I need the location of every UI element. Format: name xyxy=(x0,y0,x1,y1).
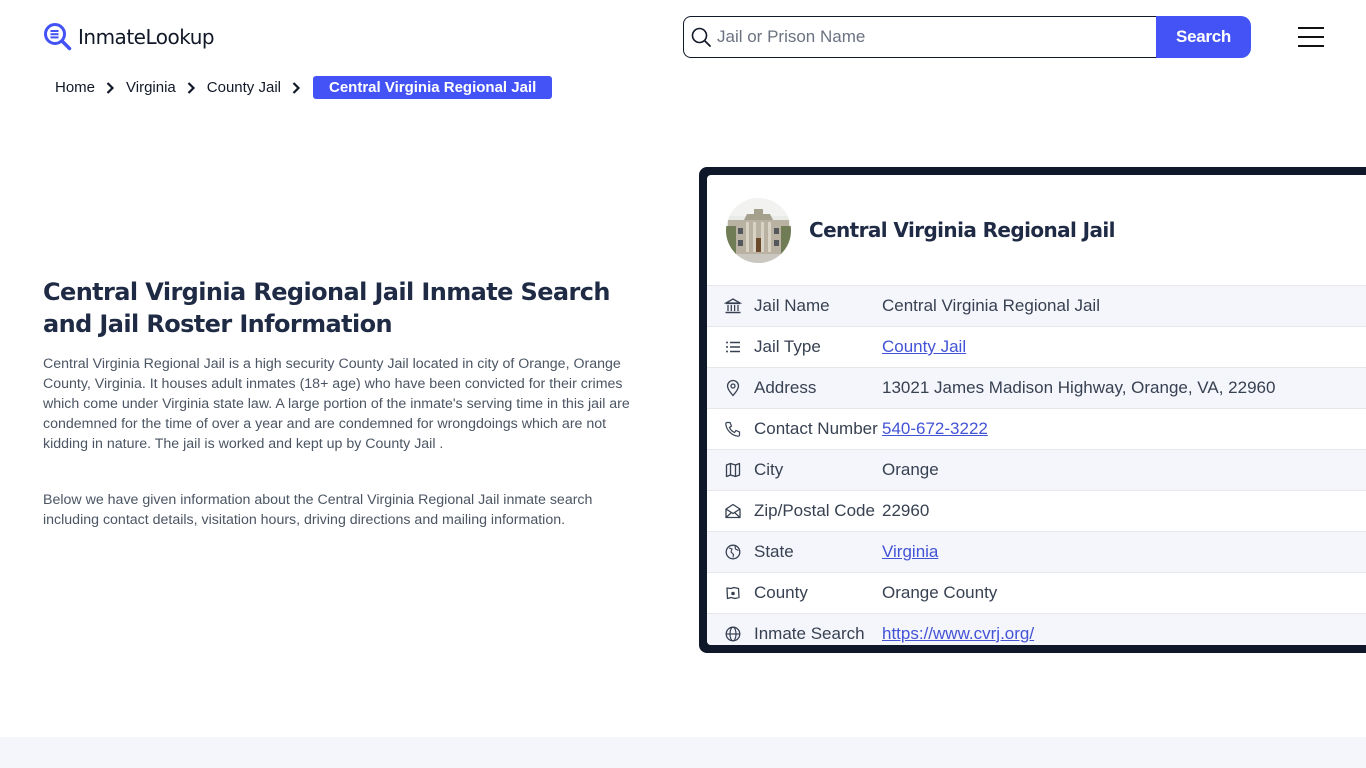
site-logo[interactable]: InmateLookup xyxy=(43,22,215,51)
search-button[interactable]: Search xyxy=(1156,16,1251,58)
globe-region-icon xyxy=(725,544,741,560)
bank-building-icon xyxy=(724,298,742,314)
info-row-contact-number: Contact Number 540-672-3222 xyxy=(707,408,1366,449)
mail-open-icon xyxy=(725,503,741,519)
logo-text: InmateLookup xyxy=(78,24,215,49)
jail-photo xyxy=(726,197,791,263)
row-value: Orange County xyxy=(882,583,998,602)
row-label: County xyxy=(754,583,808,602)
chevron-right-icon xyxy=(187,81,195,94)
jail-info-card: Central Virginia Regional Jail Jail Name… xyxy=(699,167,1366,653)
menu-bar xyxy=(1298,27,1324,29)
search-input[interactable] xyxy=(717,27,1156,47)
info-row-city: City Orange xyxy=(707,449,1366,490)
logo-magnifier-icon xyxy=(44,23,72,51)
menu-bar xyxy=(1298,36,1324,38)
search-form: Search xyxy=(683,16,1251,58)
row-label: Contact Number xyxy=(754,419,878,438)
map-icon xyxy=(725,462,741,478)
breadcrumb-current: Central Virginia Regional Jail xyxy=(312,76,553,99)
row-value: Orange xyxy=(882,460,939,479)
info-row-jail-name: Jail Name Central Virginia Regional Jail xyxy=(707,285,1366,326)
search-box xyxy=(683,16,1156,58)
row-label: Jail Type xyxy=(754,337,821,356)
contact-number-link[interactable]: 540-672-3222 xyxy=(882,419,988,439)
globe-icon xyxy=(725,626,741,642)
jail-building-image xyxy=(726,197,791,263)
chevron-right-icon xyxy=(292,81,301,94)
county-map-icon xyxy=(726,586,740,600)
list-icon xyxy=(726,341,740,353)
state-link[interactable]: Virginia xyxy=(882,542,938,562)
jail-info-card-body: Central Virginia Regional Jail Jail Name… xyxy=(707,175,1366,645)
row-label: Zip/Postal Code xyxy=(754,501,875,520)
map-pin-icon xyxy=(726,379,740,397)
card-title: Central Virginia Regional Jail xyxy=(809,218,1115,242)
info-paragraph: Below we have given information about th… xyxy=(43,492,593,528)
info-row-zip-code: Zip/Postal Code 22960 xyxy=(707,490,1366,531)
chevron-right-icon xyxy=(106,81,115,94)
breadcrumb-virginia[interactable]: Virginia xyxy=(126,79,176,96)
row-label: City xyxy=(754,460,784,479)
hamburger-menu-icon[interactable] xyxy=(1298,27,1324,47)
row-value: Central Virginia Regional Jail xyxy=(882,296,1100,315)
row-value: 22960 xyxy=(882,501,930,520)
breadcrumb-home[interactable]: Home xyxy=(55,79,95,96)
info-row-jail-type: Jail Type County Jail xyxy=(707,326,1366,367)
row-value: 13021 James Madison Highway, Orange, VA,… xyxy=(882,378,1276,397)
page-title: Central Virginia Regional Jail Inmate Se… xyxy=(43,278,610,338)
info-row-county: County Orange County xyxy=(707,572,1366,613)
menu-bar xyxy=(1298,45,1324,47)
intro-paragraph: Central Virginia Regional Jail is a high… xyxy=(43,356,630,452)
breadcrumb: Home Virginia County Jail Central Virgin… xyxy=(55,76,553,99)
row-label: Jail Name xyxy=(754,296,830,315)
info-row-address: Address 13021 James Madison Highway, Ora… xyxy=(707,367,1366,408)
card-header: Central Virginia Regional Jail xyxy=(707,175,1366,285)
breadcrumb-county-jail[interactable]: County Jail xyxy=(207,79,281,96)
info-row-state: State Virginia xyxy=(707,531,1366,572)
phone-icon xyxy=(725,421,741,437)
footer-band xyxy=(0,737,1366,768)
jail-type-link[interactable]: County Jail xyxy=(882,337,966,357)
inmate-search-link[interactable]: https://www.cvrj.org/ xyxy=(882,624,1034,644)
row-label: Inmate Search xyxy=(754,624,865,643)
row-label: Address xyxy=(754,378,817,397)
search-icon xyxy=(691,27,711,47)
info-row-inmate-search: Inmate Search https://www.cvrj.org/ xyxy=(707,613,1366,645)
row-label: State xyxy=(754,542,794,561)
